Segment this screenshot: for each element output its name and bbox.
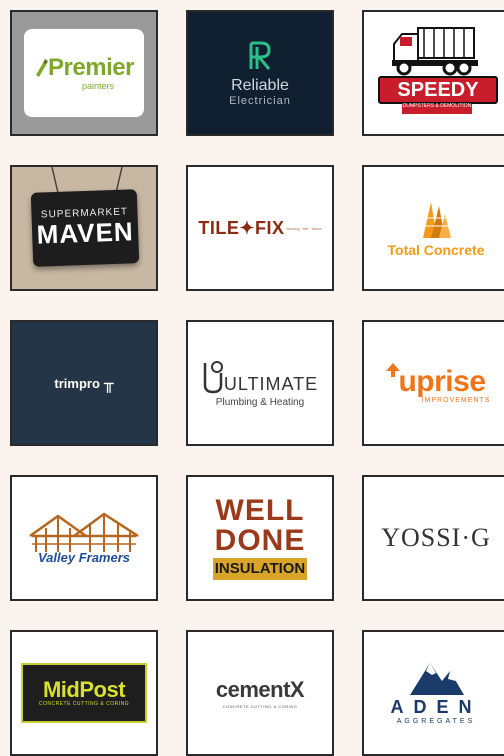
logo-card-total-concrete[interactable]: Total Concrete — [362, 165, 504, 291]
welldone-line2: DONE — [214, 524, 306, 557]
mountain-icon — [410, 663, 464, 695]
logo-card-speedy[interactable]: SPEEDY DUMPSTERS & DEMOLITION — [362, 10, 504, 136]
speedy-name: SPEEDY — [378, 76, 498, 104]
maven-main: MAVEN — [36, 216, 135, 250]
premier-name: Premier — [48, 53, 134, 81]
logo-card-well-done[interactable]: WELL DONE INSULATION — [186, 475, 334, 601]
logo-card-tilefix[interactable]: TILE✦FIX flooring · tile · stone — [186, 165, 334, 291]
logo-card-premier[interactable]: Premier painters — [10, 10, 158, 136]
tilefix-sub: flooring · tile · stone — [286, 225, 322, 231]
ultimate-sub: Plumbing & Heating — [215, 396, 305, 408]
tilefix-name: TILE✦FIX — [198, 217, 285, 238]
logo-card-maven[interactable]: SUPERMARKET MAVEN — [10, 165, 158, 291]
logo-grid: Premier painters Reliable Electrician SP… — [0, 0, 504, 756]
premier-logo: Premier painters — [24, 29, 144, 117]
logo-card-ultimate[interactable]: ULTIMATE Plumbing & Heating — [186, 320, 334, 446]
tilefix-logo: TILE✦FIX flooring · tile · stone — [198, 218, 321, 239]
welldone-bar: INSULATION — [213, 558, 307, 580]
aden-name: ADEN — [390, 697, 482, 717]
ultimate-name: ULTIMATE — [223, 373, 319, 394]
maven-board: SUPERMARKET MAVEN — [30, 189, 140, 267]
paintbrush-icon — [36, 58, 49, 77]
cementx-sub: CONCRETE CUTTING & CORING — [222, 704, 298, 709]
house-frame-icon — [29, 511, 139, 552]
trim-t-icon: ╥ — [103, 373, 114, 393]
uprise-sub: IMPROVEMENTS — [421, 396, 491, 404]
logo-card-reliable[interactable]: Reliable Electrician — [186, 10, 334, 136]
midpost-sub: CONCRETE CUTTING & CORING — [38, 701, 130, 707]
aden-sub: AGGREGATES — [396, 718, 476, 725]
building-icon — [423, 202, 451, 238]
trimpro-name: trimpro — [54, 375, 100, 391]
welldone-line1: WELL — [215, 494, 305, 527]
cementx-name: cementX — [215, 677, 305, 702]
logo-card-valley-framers[interactable]: Valley Framers — [10, 475, 158, 601]
logo-card-yossi-g[interactable]: YOSSI·G — [362, 475, 504, 601]
reliable-sub: Electrician — [229, 95, 291, 107]
midpost-logo: MidPost CONCRETE CUTTING & CORING — [21, 663, 147, 723]
logo-card-trimpro[interactable]: trimpro ╥ — [10, 320, 158, 446]
reliable-name: Reliable — [231, 77, 289, 94]
speedy-sub: DUMPSTERS & DEMOLITION — [402, 104, 472, 114]
midpost-name: MidPost — [42, 677, 126, 702]
yossi-name: YOSSI·G — [381, 523, 491, 552]
logo-card-aden[interactable]: ADEN AGGREGATES — [362, 630, 504, 756]
plumbing-u-icon — [203, 360, 223, 393]
logo-card-cementx[interactable]: cementX CONCRETE CUTTING & CORING — [186, 630, 334, 756]
valley-framers-name: Valley Framers — [37, 549, 131, 565]
uprise-name: uprise — [398, 364, 486, 398]
logo-card-midpost[interactable]: MidPost CONCRETE CUTTING & CORING — [10, 630, 158, 756]
rr-monogram-icon — [249, 41, 271, 70]
total-concrete-name: Total Concrete — [387, 242, 485, 258]
premier-sub: painters — [81, 80, 115, 91]
dump-truck-icon — [392, 27, 478, 76]
logo-card-uprise[interactable]: uprise IMPROVEMENTS — [362, 320, 504, 446]
